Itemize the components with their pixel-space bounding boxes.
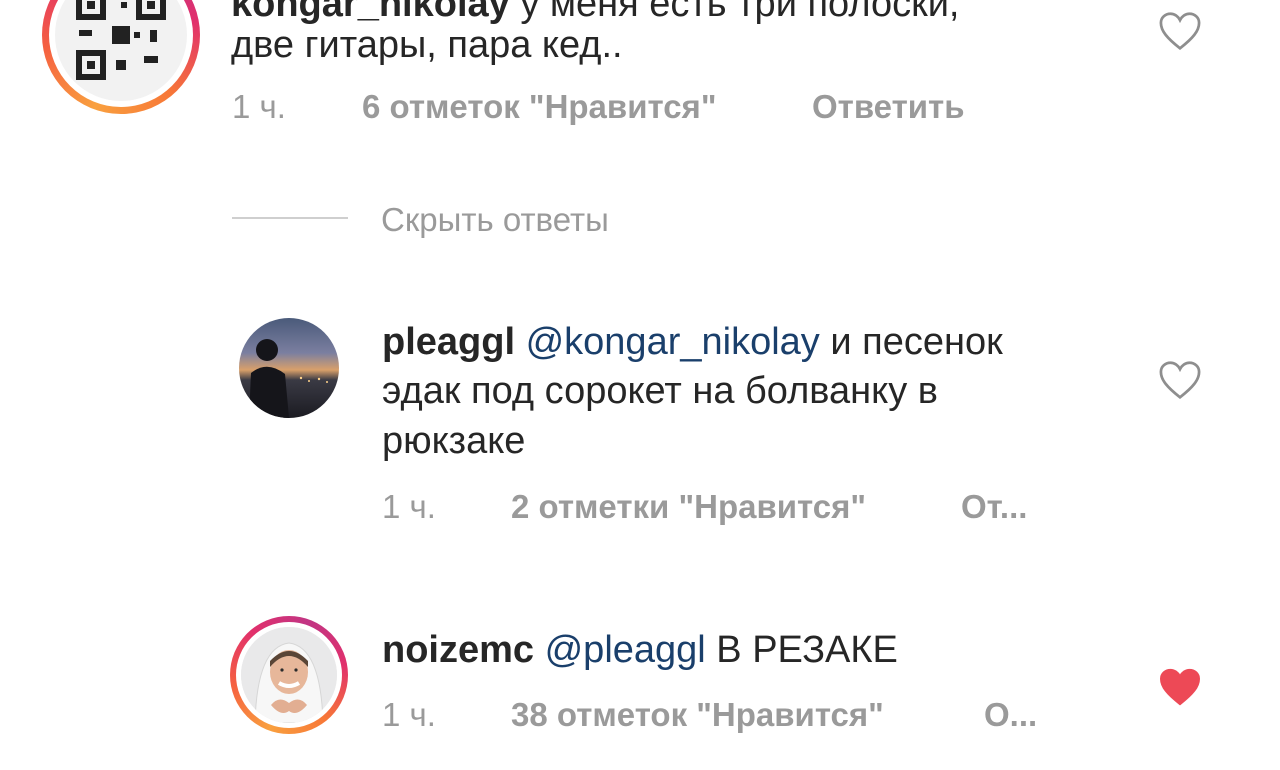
reply-button[interactable]: От... [961, 488, 1027, 526]
avatar-noizemc[interactable] [230, 616, 348, 734]
likes-count-button[interactable]: 38 отметок "Нравится" [511, 696, 884, 734]
person-face-icon [241, 627, 337, 723]
silhouette-icon [249, 339, 328, 418]
likes-count-button[interactable]: 2 отметки "Нравится" [511, 488, 866, 526]
comment-text-line: рюкзаке [382, 420, 526, 462]
likes-count-button[interactable]: 6 отметок "Нравится" [362, 88, 716, 126]
reply-button[interactable]: О... [984, 696, 1037, 734]
comment-text-line: В РЕЗАКЕ [705, 629, 898, 671]
profile-photo [241, 627, 337, 723]
heart-filled-icon[interactable] [1158, 667, 1202, 707]
comment-text-line: и песенок [819, 321, 1003, 363]
comment-text-line: две гитары, пара кед.. [231, 24, 623, 66]
comment-text-noizemc: noizemc @pleaggl В РЕЗАКЕ [382, 626, 898, 674]
comment-time: 1 ч. [382, 488, 436, 525]
comment-text-line: эдак под сорокет на болванку в [382, 370, 938, 412]
qr-code-image [55, 0, 187, 101]
avatar-kongar[interactable] [42, 0, 200, 114]
avatar-pleaggl[interactable] [239, 318, 339, 418]
divider-line [232, 217, 348, 219]
heart-outline-icon[interactable] [1158, 360, 1202, 400]
comment-time: 1 ч. [382, 696, 436, 733]
mention-link[interactable]: @kongar_nikolay [526, 321, 820, 363]
heart-outline-icon[interactable] [1158, 11, 1202, 51]
qr-icon [76, 0, 166, 80]
comment-time: 1 ч. [232, 88, 286, 125]
reply-button[interactable]: Ответить [812, 88, 965, 126]
username-pleaggl[interactable]: pleaggl [382, 321, 515, 363]
mention-link[interactable]: @pleaggl [545, 629, 706, 671]
hide-replies-button[interactable]: Скрыть ответы [381, 201, 609, 239]
comment-text-pleaggl: pleaggl @kongar_nikolay и песенок [382, 318, 1003, 366]
username-noizemc[interactable]: noizemc [382, 629, 534, 671]
